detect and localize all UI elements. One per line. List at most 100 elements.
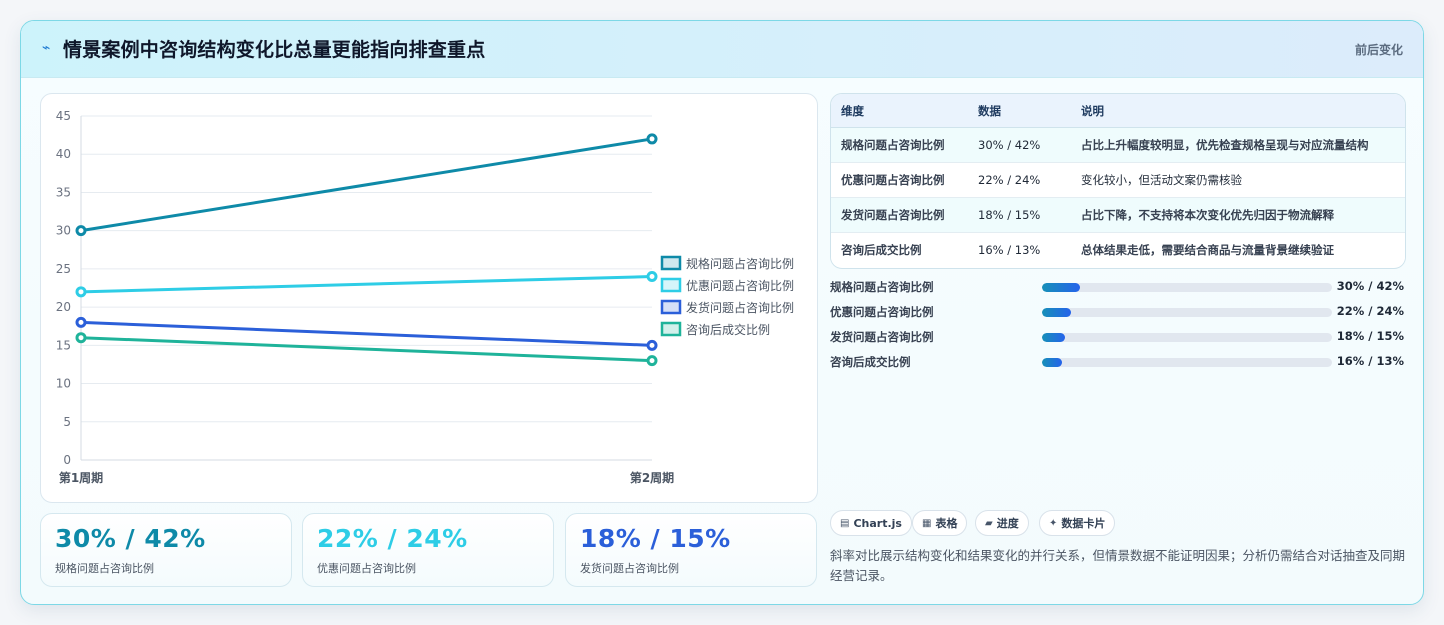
y-tick-label: 15	[56, 338, 71, 352]
data-point	[646, 339, 658, 351]
kpi-card: 18% / 15% 发货问题占咨询比例	[565, 513, 817, 587]
kpi-value: 22% / 24%	[317, 524, 468, 553]
footnote: 斜率对比展示结构变化和结果变化的并行关系，但情景数据不能证明因果；分析仍需结合对…	[830, 548, 1406, 583]
kpi-card: 22% / 24% 优惠问题占咨询比例	[302, 513, 554, 587]
table-row: 优惠问题占咨询比例 22% / 24% 变化较小，但活动文案仍需核验	[831, 162, 1405, 198]
progress-fill	[1042, 283, 1080, 292]
table-cell-data: 22% / 24%	[968, 162, 1071, 198]
line-chart: 0 5 10 15 20 25 30 35 40 45 第1周期 第2周期 规格问题占咨询比例优惠问题占…	[56, 109, 794, 485]
data-point	[646, 355, 658, 367]
chart-icon: ▤	[840, 517, 850, 529]
column-header: 维度	[831, 94, 968, 128]
kpi-value: 18% / 15%	[580, 524, 731, 553]
header-badge: 前后变化	[1354, 43, 1403, 57]
legend-swatch	[660, 255, 682, 271]
progress-label: 优惠问题占咨询比例	[830, 305, 934, 319]
chip-label: Chart.js	[853, 516, 902, 530]
y-tick-label: 0	[63, 453, 71, 467]
data-point	[75, 225, 87, 237]
table-cell-desc: 变化较小，但活动文案仍需核验	[1071, 162, 1405, 198]
progress-label: 规格问题占咨询比例	[830, 280, 934, 294]
chip-table[interactable]: ▦ 表格	[912, 510, 968, 536]
chip-label: 进度	[996, 517, 1019, 530]
chip-label: 表格	[935, 517, 958, 530]
column-header: 数据	[968, 94, 1071, 128]
progress-fill	[1042, 333, 1066, 342]
table-row: 规格问题占咨询比例 30% / 42% 占比上升幅度较明显，优先检查规格呈现与对…	[831, 127, 1405, 163]
table-cell-desc: 占比上升幅度较明显，优先检查规格呈现与对应流量结构	[1071, 127, 1405, 163]
progress-fill	[1042, 358, 1063, 367]
chip-progress[interactable]: ▰ 进度	[975, 510, 1029, 536]
table-cell-dimension: 优惠问题占咨询比例	[831, 162, 968, 198]
card-header: ⌁ 情景案例中咨询结构变化比总量更能指向排查重点 前后变化	[21, 21, 1423, 78]
table-cell-dimension: 咨询后成交比例	[831, 232, 968, 267]
table-cell-desc: 占比下降，不支持将本次变化优先归因于物流解释	[1071, 197, 1405, 233]
progress-row: 发货问题占咨询比例 18% / 15%	[830, 329, 1404, 345]
legend-label: 发货问题占咨询比例	[686, 300, 794, 315]
progress-fill	[1042, 308, 1071, 317]
y-tick-label: 45	[56, 109, 71, 123]
progress-track	[1042, 358, 1332, 367]
y-tick-label: 25	[56, 262, 71, 276]
table-cell-dimension: 规格问题占咨询比例	[831, 127, 968, 163]
table-cell-dimension: 发货问题占咨询比例	[831, 197, 968, 233]
card-icon: ✦	[1049, 517, 1058, 529]
progress-label: 咨询后成交比例	[830, 355, 911, 369]
legend-swatch	[660, 321, 682, 337]
page-title: 情景案例中咨询结构变化比总量更能指向排查重点	[63, 39, 486, 61]
column-header: 说明	[1071, 94, 1405, 128]
table-cell-data: 16% / 13%	[968, 232, 1071, 267]
progress-row: 优惠问题占咨询比例 22% / 24%	[830, 304, 1404, 320]
progress-track	[1042, 283, 1332, 292]
progress-value: 18% / 15%	[1336, 329, 1404, 343]
table-icon: ▦	[922, 517, 932, 529]
legend-swatch	[660, 299, 682, 315]
progress-label: 发货问题占咨询比例	[830, 330, 934, 344]
data-point	[75, 286, 87, 298]
table-header-row: 维度 数据 说明	[831, 94, 1405, 128]
kpi-label: 发货问题占咨询比例	[580, 562, 679, 575]
progress-icon: ▰	[985, 517, 993, 529]
legend-label: 咨询后成交比例	[686, 322, 770, 337]
y-tick-label: 10	[56, 377, 71, 391]
y-tick-label: 5	[63, 415, 71, 429]
table-cell-desc: 总体结果走低，需要结合商品与流量背景继续验证	[1071, 232, 1405, 267]
data-point	[75, 332, 87, 344]
y-tick-label: 40	[56, 147, 71, 161]
legend-swatch	[660, 277, 682, 293]
progress-value: 30% / 42%	[1336, 279, 1404, 293]
series-line	[80, 275, 653, 294]
chip-data-card[interactable]: ✦ 数据卡片	[1039, 510, 1116, 536]
progress-row: 咨询后成交比例 16% / 13%	[830, 354, 1404, 370]
progress-track	[1042, 333, 1332, 342]
data-point	[646, 133, 658, 145]
progress-row: 规格问题占咨询比例 30% / 42%	[830, 279, 1404, 295]
x-tick-label: 第1周期	[59, 470, 103, 485]
kpi-value: 30% / 42%	[55, 524, 206, 553]
legend-label: 规格问题占咨询比例	[686, 256, 794, 271]
pulse-icon: ⌁	[42, 40, 51, 56]
table-cell-data: 30% / 42%	[968, 127, 1071, 163]
line-chart-panel: 0 5 10 15 20 25 30 35 40 45 第1周期 第2周期 规格问题占咨询比例 优惠问题占…	[40, 93, 818, 503]
kpi-label: 规格问题占咨询比例	[55, 562, 154, 575]
legend-label: 优惠问题占咨询比例	[686, 278, 794, 293]
data-point	[646, 271, 658, 283]
y-tick-label: 30	[56, 224, 71, 238]
main-card: ⌁ 情景案例中咨询结构变化比总量更能指向排查重点 前后变化 0 5 10 15 20 25…	[20, 20, 1424, 605]
kpi-label: 优惠问题占咨询比例	[317, 562, 416, 575]
chip-chartjs[interactable]: ▤ Chart.js	[830, 510, 912, 536]
y-tick-label: 35	[56, 185, 71, 199]
data-point	[75, 316, 87, 328]
series-line	[80, 137, 653, 233]
chip-label: 数据卡片	[1061, 517, 1106, 530]
y-tick-label: 20	[56, 300, 71, 314]
kpi-card: 30% / 42% 规格问题占咨询比例	[40, 513, 292, 587]
summary-table: 维度 数据 说明 规格问题占咨询比例 30% / 42% 占比上升幅度较明显，优…	[830, 93, 1406, 269]
table-cell-data: 18% / 15%	[968, 197, 1071, 233]
table-row: 发货问题占咨询比例 18% / 15% 占比下降，不支持将本次变化优先归因于物流…	[831, 197, 1405, 233]
table-row: 咨询后成交比例 16% / 13% 总体结果走低，需要结合商品与流量背景继续验证	[831, 232, 1405, 267]
progress-value: 16% / 13%	[1336, 354, 1404, 368]
progress-value: 22% / 24%	[1336, 304, 1404, 318]
x-tick-label: 第2周期	[630, 470, 674, 485]
progress-track	[1042, 308, 1332, 317]
